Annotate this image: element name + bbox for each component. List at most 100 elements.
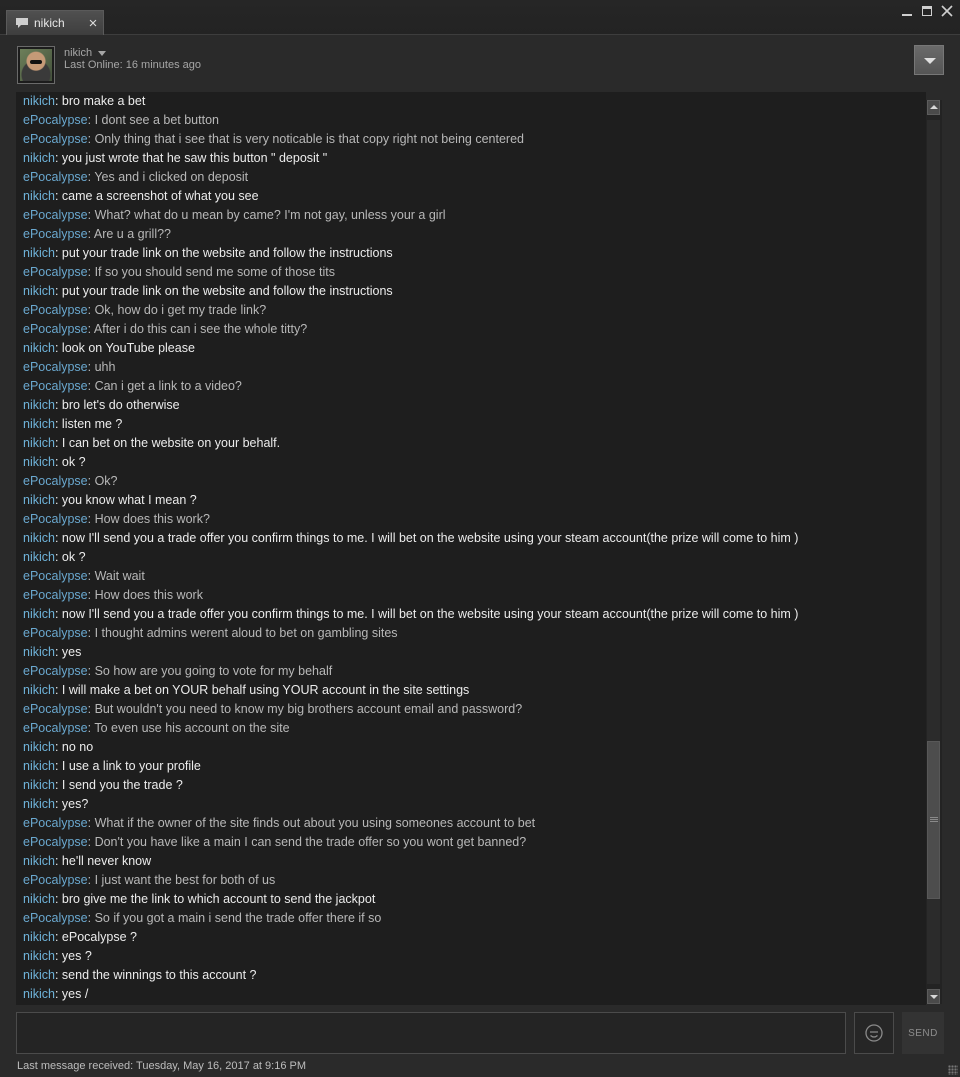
message-sender[interactable]: ePocalypse [23,379,88,393]
message-sender[interactable]: nikich [23,398,55,412]
message-sender[interactable]: ePocalypse [23,588,88,602]
message-sender[interactable]: ePocalypse [23,474,88,488]
maximize-icon[interactable] [920,4,934,18]
resize-grip-icon[interactable] [948,1065,958,1075]
chat-message: nikich: I can bet on the website on your… [23,434,926,453]
message-sender[interactable]: nikich [23,436,55,450]
scroll-thumb[interactable] [927,741,940,899]
tab-close-icon[interactable]: × [83,16,103,31]
chat-message: ePocalypse: To even use his account on t… [23,719,926,738]
message-sender[interactable]: ePocalypse [23,911,88,925]
chat-message: nikich: he'll never know [23,852,926,871]
message-sender[interactable]: nikich [23,949,55,963]
message-text: : now I'll send you a trade offer you co… [54,607,799,621]
message-sender[interactable]: nikich [23,151,55,165]
message-sender[interactable]: nikich [23,683,55,697]
message-text: : To even use his account on the site [87,721,290,735]
scroll-up-icon[interactable] [927,100,940,115]
send-button[interactable]: SEND [902,1012,944,1054]
message-sender[interactable]: ePocalypse [23,322,88,336]
chat-message: ePocalypse: What if the owner of the sit… [23,814,926,833]
message-sender[interactable]: ePocalypse [23,569,88,583]
message-text: : look on YouTube please [54,341,195,355]
chat-message: ePocalypse: Only thing that i see that i… [23,130,926,149]
message-text: : ePocalypse ? [54,930,137,944]
chat-message: ePocalypse: After i do this can i see th… [23,320,926,339]
message-sender[interactable]: nikich [23,797,55,811]
message-sender[interactable]: nikich [23,246,55,260]
chat-message: nikich: no no [23,738,926,757]
message-text: : yes? [54,797,89,811]
chat-message: nikich: yes? [23,795,926,814]
message-sender[interactable]: ePocalypse [23,816,88,830]
message-sender[interactable]: nikich [23,417,55,431]
message-input[interactable] [16,1012,846,1054]
message-text: : So if you got a main i send the trade … [87,911,382,925]
message-text: : now I'll send you a trade offer you co… [54,531,799,545]
tab-nikich[interactable]: nikich × [6,10,104,35]
emoticon-button[interactable] [854,1012,894,1054]
chat-message: ePocalypse: Can i get a link to a video? [23,377,926,396]
scroll-down-icon[interactable] [927,989,940,1004]
message-sender[interactable]: ePocalypse [23,626,88,640]
message-sender[interactable]: ePocalypse [23,208,88,222]
chat-message: nikich: yes ? [23,947,926,966]
message-sender[interactable]: ePocalypse [23,873,88,887]
friend-name-row[interactable]: nikich [64,47,107,59]
message-sender[interactable]: ePocalypse [23,835,88,849]
message-sender[interactable]: ePocalypse [23,721,88,735]
message-sender[interactable]: ePocalypse [23,113,88,127]
message-sender[interactable]: nikich [23,189,55,203]
message-text: : How does this work? [87,512,210,526]
message-sender[interactable]: nikich [23,645,55,659]
minimize-icon[interactable] [900,4,914,18]
message-text: : I can bet on the website on your behal… [54,436,281,450]
chat-scrollbar[interactable] [926,100,942,1004]
message-sender[interactable]: ePocalypse [23,303,88,317]
message-sender[interactable]: nikich [23,531,55,545]
message-sender[interactable]: ePocalypse [23,702,88,716]
chat-bubble-icon [16,18,28,28]
message-sender[interactable]: nikich [23,493,55,507]
message-sender[interactable]: nikich [23,778,55,792]
message-sender[interactable]: nikich [23,94,55,108]
chat-message: ePocalypse: Ok? [23,472,926,491]
message-sender[interactable]: nikich [23,284,55,298]
message-sender[interactable]: ePocalypse [23,664,88,678]
message-sender[interactable]: nikich [23,455,55,469]
message-sender[interactable]: nikich [23,968,55,982]
message-sender[interactable]: ePocalypse [23,360,88,374]
message-sender[interactable]: ePocalypse [23,227,88,241]
chat-message: nikich: put your trade link on the websi… [23,244,926,263]
message-sender[interactable]: nikich [23,892,55,906]
chat-message: nikich: ok ? [23,453,926,472]
message-text: : I use a link to your profile [54,759,201,773]
message-sender[interactable]: nikich [23,341,55,355]
message-sender[interactable]: ePocalypse [23,132,88,146]
chat-message: nikich: bro make a bet [23,92,926,111]
chat-log: nikich: bro make a bet ePocalypse: I dont… [16,92,926,1005]
message-text: : yes / [54,987,89,1001]
message-sender[interactable]: nikich [23,759,55,773]
caret-down-icon[interactable] [98,50,107,56]
message-sender[interactable]: nikich [23,550,55,564]
message-sender[interactable]: nikich [23,854,55,868]
chat-options-button[interactable] [914,45,944,75]
message-sender[interactable]: nikich [23,930,55,944]
message-sender[interactable]: nikich [23,740,55,754]
message-text: : Are u a grill?? [87,227,172,241]
message-sender[interactable]: ePocalypse [23,265,88,279]
avatar[interactable] [17,46,55,84]
chat-message: ePocalypse: Are u a grill?? [23,225,926,244]
smiley-icon [865,1024,883,1042]
scroll-track[interactable] [927,120,940,984]
message-text: : Don't you have like a main I can send … [87,835,527,849]
message-sender[interactable]: ePocalypse [23,170,88,184]
chat-message: nikich: listen me ? [23,415,926,434]
message-sender[interactable]: nikich [23,987,55,1001]
chat-message: ePocalypse: I thought admins werent alou… [23,624,926,643]
message-sender[interactable]: nikich [23,607,55,621]
message-text: : bro give me the link to which account … [54,892,376,906]
window-close-icon[interactable] [940,4,954,18]
message-sender[interactable]: ePocalypse [23,512,88,526]
